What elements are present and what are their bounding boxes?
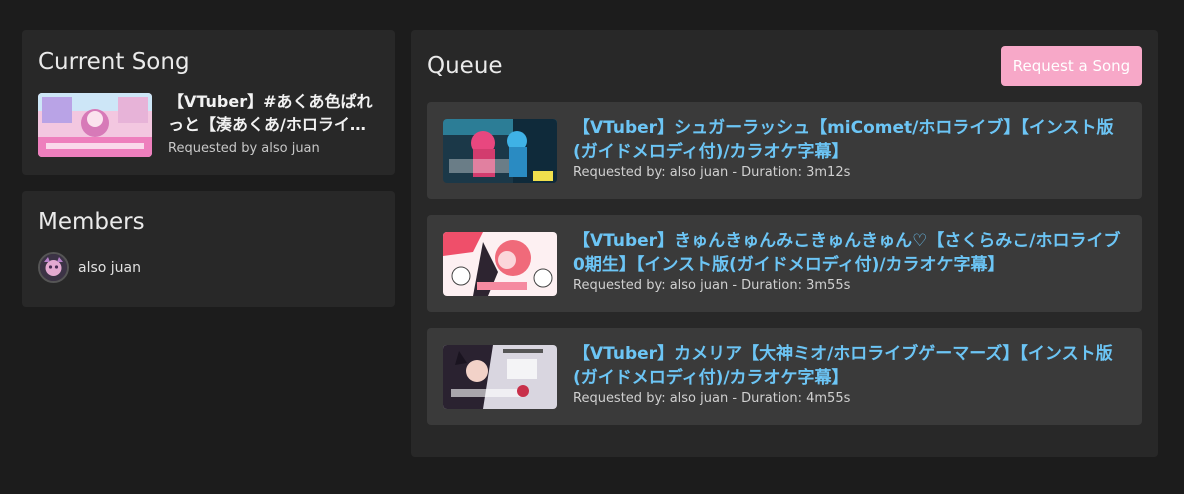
avatar [38, 252, 69, 283]
queue-item: 【VTuber】シュガーラッシュ【miComet/ホロライブ】【インスト版(ガイ… [427, 102, 1142, 199]
queue-heading: Queue [427, 53, 503, 79]
members-panel: Members also juan [22, 191, 395, 307]
current-song-requester: Requested by also juan [168, 141, 320, 156]
member-name: also juan [78, 259, 141, 276]
current-song-thumbnail [38, 93, 152, 157]
queue-item-meta: Requested by: also juan - Duration: 3m55… [573, 278, 851, 293]
queue-item-thumbnail [443, 119, 557, 183]
current-song-panel: Current Song 【VTuber】#あくあ色ぱれっと【湊あくあ/ホロライ… [22, 30, 395, 175]
request-song-button[interactable]: Request a Song [1001, 46, 1142, 86]
queue-item-title[interactable]: 【VTuber】きゅんきゅんみこきゅんきゅん♡【さくらみこ/ホロライブ0期生】【… [573, 229, 1129, 277]
queue-item-thumbnail [443, 232, 557, 296]
queue-item: 【VTuber】きゅんきゅんみこきゅんきゅん♡【さくらみこ/ホロライブ0期生】【… [427, 215, 1142, 312]
current-song-heading: Current Song [38, 49, 190, 75]
queue-item-meta: Requested by: also juan - Duration: 3m12… [573, 165, 851, 180]
queue-panel: Queue Request a Song 【VTuber】シュガーラッシュ【mi… [411, 30, 1158, 457]
queue-item-title[interactable]: 【VTuber】シュガーラッシュ【miComet/ホロライブ】【インスト版(ガイ… [573, 116, 1129, 164]
queue-item: 【VTuber】カメリア【大神ミオ/ホロライブゲーマーズ】【インスト版(ガイドメ… [427, 328, 1142, 425]
queue-item-thumbnail [443, 345, 557, 409]
member-item: also juan [38, 252, 141, 283]
queue-item-title[interactable]: 【VTuber】カメリア【大神ミオ/ホロライブゲーマーズ】【インスト版(ガイドメ… [573, 342, 1129, 390]
queue-item-meta: Requested by: also juan - Duration: 4m55… [573, 391, 851, 406]
current-song-title[interactable]: 【VTuber】#あくあ色ぱれっと【湊あくあ/ホロライブ】【インスト版(ガイドメ… [168, 90, 380, 136]
members-heading: Members [38, 209, 145, 235]
